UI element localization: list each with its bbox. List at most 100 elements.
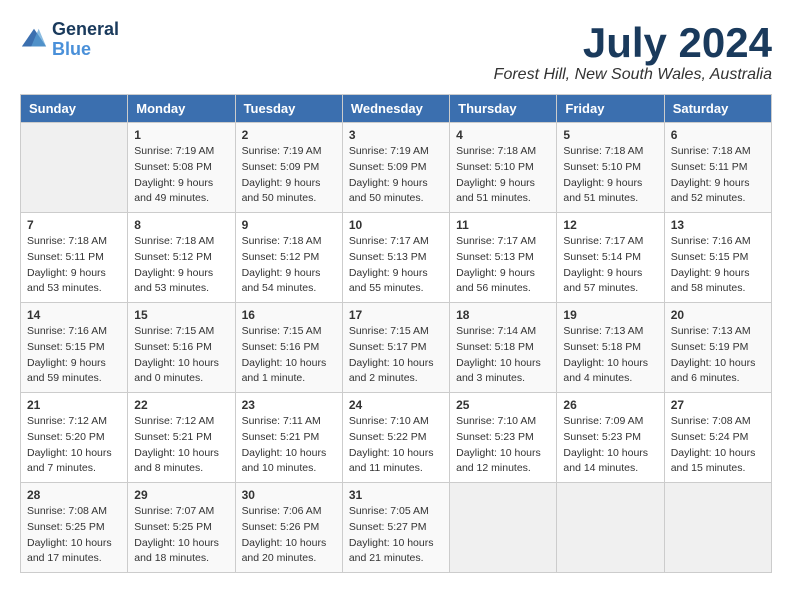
calendar-cell: 24 Sunrise: 7:10 AMSunset: 5:22 PMDayligh… [342,393,449,483]
day-number: 21 [27,398,121,412]
weekday-header: Sunday [21,95,128,123]
logo: General Blue [20,20,119,60]
day-number: 29 [134,488,228,502]
day-number: 3 [349,128,443,142]
day-info: Sunrise: 7:07 AMSunset: 5:25 PMDaylight:… [134,504,228,567]
day-number: 15 [134,308,228,322]
day-number: 16 [242,308,336,322]
calendar-cell: 3Sunrise: 7:19 AMSunset: 5:09 PMDaylight… [342,123,449,213]
calendar-cell: 9Sunrise: 7:18 AMSunset: 5:12 PMDaylight… [235,213,342,303]
calendar-cell [450,483,557,573]
calendar-cell: 23 Sunrise: 7:11 AMSunset: 5:21 PMDayligh… [235,393,342,483]
calendar-cell: 13 Sunrise: 7:16 AMSunset: 5:15 PMDayligh… [664,213,771,303]
day-info: Sunrise: 7:16 AMSunset: 5:15 PMDaylight:… [27,324,121,387]
calendar-cell [21,123,128,213]
day-info: Sunrise: 7:17 AMSunset: 5:14 PMDaylight:… [563,234,657,297]
day-info: Sunrise: 7:19 AMSunset: 5:08 PMDaylight:… [134,144,228,207]
calendar-cell: 19 Sunrise: 7:13 AMSunset: 5:18 PMDayligh… [557,303,664,393]
day-number: 28 [27,488,121,502]
day-number: 12 [563,218,657,232]
day-info: Sunrise: 7:10 AMSunset: 5:22 PMDaylight:… [349,414,443,477]
day-info: Sunrise: 7:14 AMSunset: 5:18 PMDaylight:… [456,324,550,387]
day-number: 18 [456,308,550,322]
day-info: Sunrise: 7:15 AMSunset: 5:17 PMDaylight:… [349,324,443,387]
calendar-cell: 8Sunrise: 7:18 AMSunset: 5:12 PMDaylight… [128,213,235,303]
logo-icon [20,26,48,54]
day-number: 6 [671,128,765,142]
weekday-header: Thursday [450,95,557,123]
day-number: 31 [349,488,443,502]
calendar-cell: 12 Sunrise: 7:17 AMSunset: 5:14 PMDayligh… [557,213,664,303]
day-info: Sunrise: 7:17 AMSunset: 5:13 PMDaylight:… [349,234,443,297]
day-number: 5 [563,128,657,142]
calendar-cell: 28 Sunrise: 7:08 AMSunset: 5:25 PMDayligh… [21,483,128,573]
weekday-header: Wednesday [342,95,449,123]
calendar-cell: 30Sunrise: 7:06 AMSunset: 5:26 PMDayligh… [235,483,342,573]
day-info: Sunrise: 7:11 AMSunset: 5:21 PMDaylight:… [242,414,336,477]
location-title: Forest Hill, New South Wales, Australia [494,66,772,84]
calendar-cell [557,483,664,573]
calendar-week-row: 21 Sunrise: 7:12 AMSunset: 5:20 PMDayligh… [21,393,772,483]
day-number: 26 [563,398,657,412]
calendar-cell [664,483,771,573]
day-number: 10 [349,218,443,232]
day-number: 27 [671,398,765,412]
day-info: Sunrise: 7:13 AMSunset: 5:18 PMDaylight:… [563,324,657,387]
weekday-header: Saturday [664,95,771,123]
calendar-cell: 10 Sunrise: 7:17 AMSunset: 5:13 PMDayligh… [342,213,449,303]
day-info: Sunrise: 7:17 AMSunset: 5:13 PMDaylight:… [456,234,550,297]
month-title: July 2024 [494,20,772,66]
day-number: 9 [242,218,336,232]
day-info: Sunrise: 7:15 AMSunset: 5:16 PMDaylight:… [134,324,228,387]
calendar-week-row: 1 Sunrise: 7:19 AMSunset: 5:08 PMDaylight… [21,123,772,213]
day-number: 11 [456,218,550,232]
day-info: Sunrise: 7:05 AMSunset: 5:27 PMDaylight:… [349,504,443,567]
calendar-cell: 16Sunrise: 7:15 AMSunset: 5:16 PMDayligh… [235,303,342,393]
logo-text: General Blue [52,20,119,60]
day-number: 4 [456,128,550,142]
day-info: Sunrise: 7:09 AMSunset: 5:23 PMDaylight:… [563,414,657,477]
calendar-body: 1 Sunrise: 7:19 AMSunset: 5:08 PMDaylight… [21,123,772,573]
weekday-header: Friday [557,95,664,123]
day-number: 19 [563,308,657,322]
day-info: Sunrise: 7:19 AMSunset: 5:09 PMDaylight:… [242,144,336,207]
day-number: 24 [349,398,443,412]
day-info: Sunrise: 7:18 AMSunset: 5:11 PMDaylight:… [27,234,121,297]
day-info: Sunrise: 7:12 AMSunset: 5:21 PMDaylight:… [134,414,228,477]
calendar-cell: 27 Sunrise: 7:08 AMSunset: 5:24 PMDayligh… [664,393,771,483]
page-header: General Blue July 2024 Forest Hill, New … [20,20,772,84]
day-info: Sunrise: 7:08 AMSunset: 5:25 PMDaylight:… [27,504,121,567]
day-number: 22 [134,398,228,412]
calendar-cell: 4 Sunrise: 7:18 AMSunset: 5:10 PMDaylight… [450,123,557,213]
calendar-header: SundayMondayTuesdayWednesdayThursdayFrid… [21,95,772,123]
calendar-cell: 1 Sunrise: 7:19 AMSunset: 5:08 PMDaylight… [128,123,235,213]
day-number: 13 [671,218,765,232]
calendar-cell: 22 Sunrise: 7:12 AMSunset: 5:21 PMDayligh… [128,393,235,483]
day-number: 2 [242,128,336,142]
calendar-week-row: 14Sunrise: 7:16 AMSunset: 5:15 PMDayligh… [21,303,772,393]
calendar-cell: 20 Sunrise: 7:13 AMSunset: 5:19 PMDayligh… [664,303,771,393]
day-number: 1 [134,128,228,142]
day-info: Sunrise: 7:16 AMSunset: 5:15 PMDaylight:… [671,234,765,297]
day-info: Sunrise: 7:18 AMSunset: 5:10 PMDaylight:… [456,144,550,207]
day-info: Sunrise: 7:18 AMSunset: 5:11 PMDaylight:… [671,144,765,207]
calendar-cell: 14Sunrise: 7:16 AMSunset: 5:15 PMDayligh… [21,303,128,393]
day-number: 23 [242,398,336,412]
calendar-cell: 11 Sunrise: 7:17 AMSunset: 5:13 PMDayligh… [450,213,557,303]
day-number: 7 [27,218,121,232]
day-info: Sunrise: 7:13 AMSunset: 5:19 PMDaylight:… [671,324,765,387]
calendar-cell: 31 Sunrise: 7:05 AMSunset: 5:27 PMDayligh… [342,483,449,573]
day-info: Sunrise: 7:12 AMSunset: 5:20 PMDaylight:… [27,414,121,477]
day-number: 20 [671,308,765,322]
weekday-header: Monday [128,95,235,123]
calendar-cell: 15 Sunrise: 7:15 AMSunset: 5:16 PMDayligh… [128,303,235,393]
day-info: Sunrise: 7:06 AMSunset: 5:26 PMDaylight:… [242,504,336,567]
calendar-cell: 29 Sunrise: 7:07 AMSunset: 5:25 PMDayligh… [128,483,235,573]
day-info: Sunrise: 7:18 AMSunset: 5:12 PMDaylight:… [134,234,228,297]
title-area: July 2024 Forest Hill, New South Wales, … [494,20,772,84]
day-info: Sunrise: 7:08 AMSunset: 5:24 PMDaylight:… [671,414,765,477]
calendar-cell: 2 Sunrise: 7:19 AMSunset: 5:09 PMDaylight… [235,123,342,213]
weekday-header: Tuesday [235,95,342,123]
day-number: 17 [349,308,443,322]
calendar-cell: 17 Sunrise: 7:15 AMSunset: 5:17 PMDayligh… [342,303,449,393]
